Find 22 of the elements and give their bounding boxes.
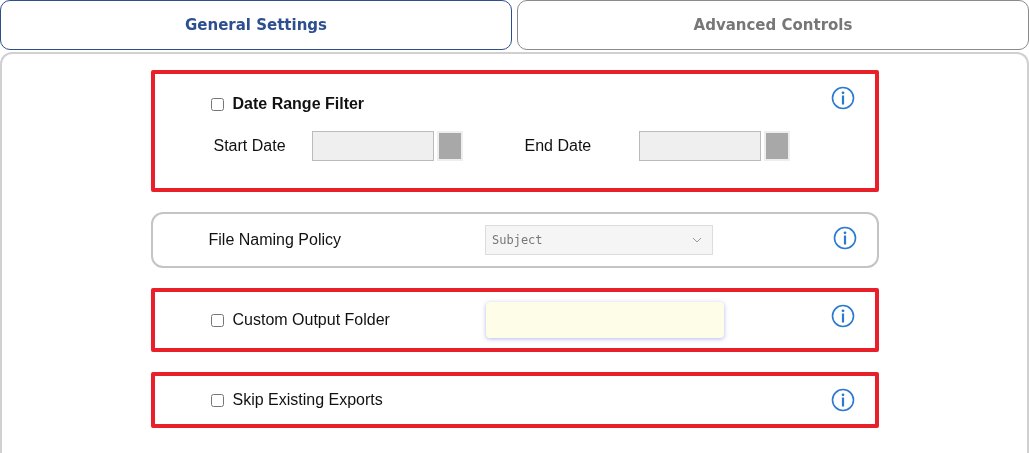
date-field[interactable] xyxy=(639,131,762,161)
checkbox-label: Skip Existing Exports xyxy=(232,391,383,409)
calendar-button[interactable] xyxy=(436,131,463,161)
info-icon[interactable] xyxy=(830,304,855,328)
dropdown[interactable]: Subject xyxy=(485,225,713,255)
calendar-button[interactable] xyxy=(764,131,791,161)
section-title: Date Range Filter xyxy=(232,95,365,113)
tab[interactable]: Advanced Controls xyxy=(517,0,1029,50)
date-field[interactable] xyxy=(311,131,434,161)
field-label: File Naming Policy xyxy=(208,231,341,249)
folder-field[interactable] xyxy=(485,302,724,338)
checkbox[interactable] xyxy=(210,393,224,407)
field-label: Start Date xyxy=(213,137,286,155)
info-icon[interactable] xyxy=(830,86,855,110)
tab[interactable]: General Settings xyxy=(0,0,512,50)
checkbox[interactable] xyxy=(210,97,224,111)
chevron-icon xyxy=(692,237,702,243)
info-icon[interactable] xyxy=(832,226,857,250)
field-label: End Date xyxy=(524,137,592,155)
checkbox[interactable] xyxy=(210,313,224,327)
checkbox-label: Custom Output Folder xyxy=(232,311,390,329)
info-icon[interactable] xyxy=(830,388,855,412)
